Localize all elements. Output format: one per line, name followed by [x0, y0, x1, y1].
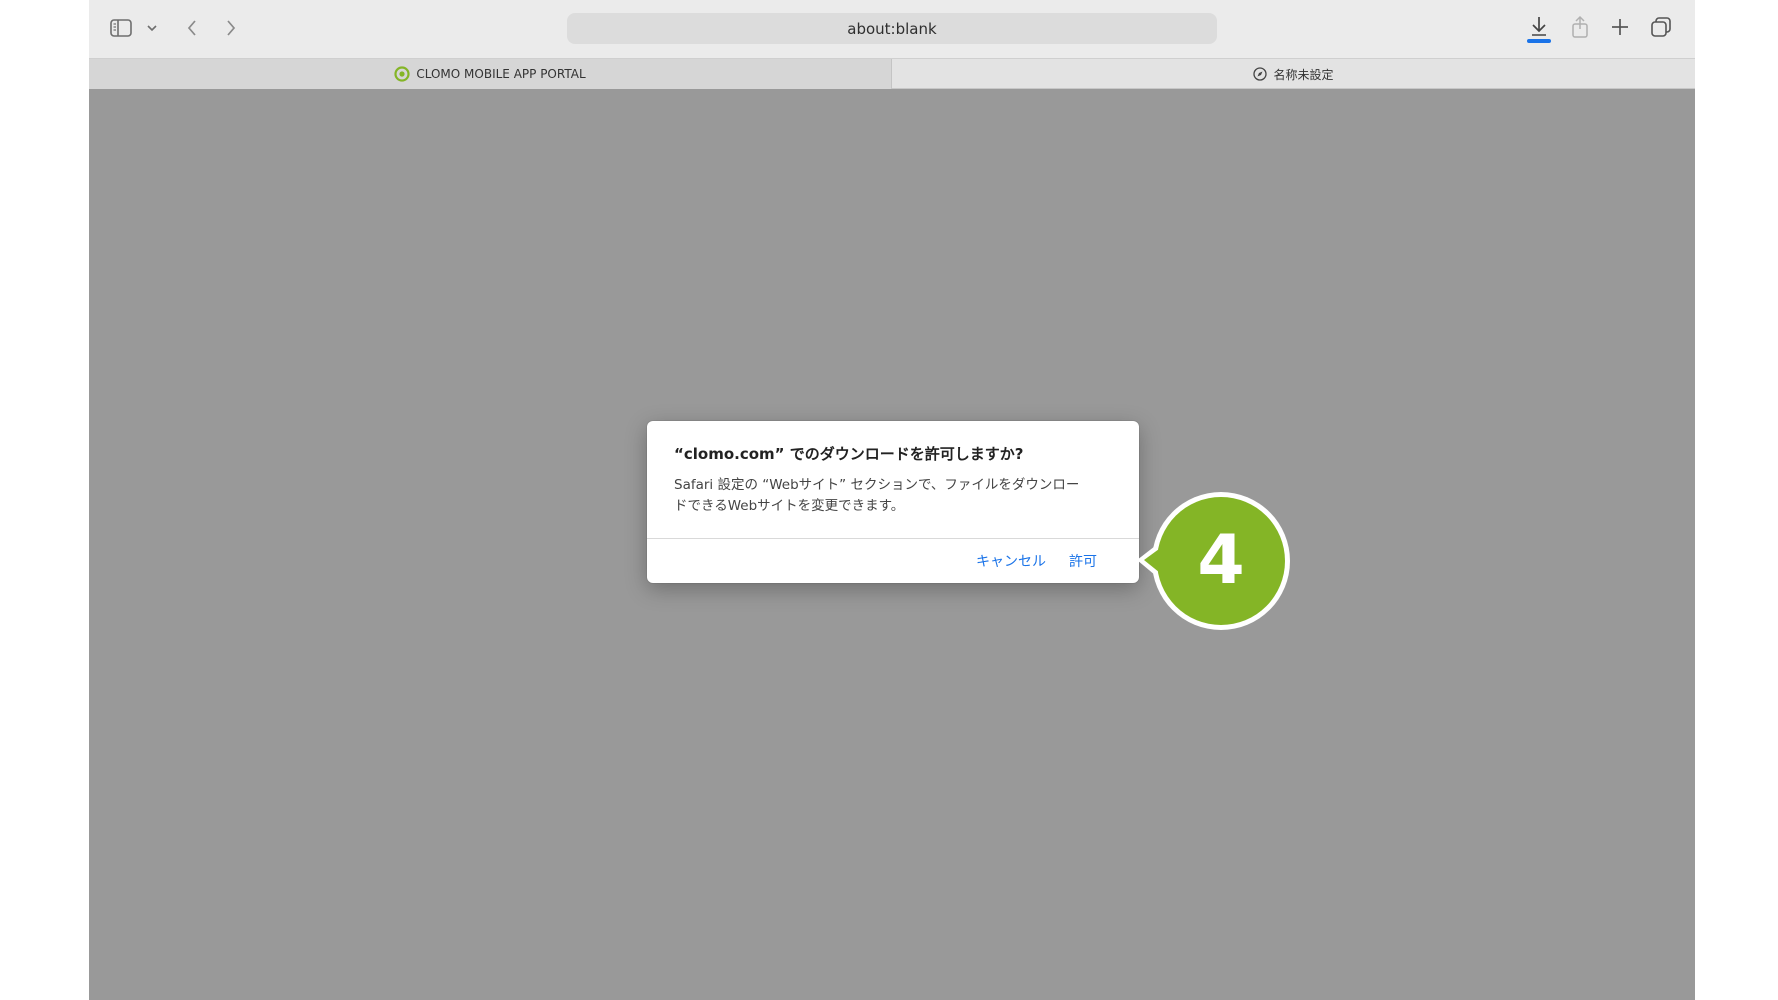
clomo-logo-icon	[394, 66, 410, 82]
address-text: about:blank	[847, 19, 937, 38]
back-icon[interactable]	[183, 17, 201, 39]
tab-label: CLOMO MOBILE APP PORTAL	[416, 67, 586, 81]
share-icon[interactable]	[1569, 14, 1591, 40]
chevron-down-icon[interactable]	[146, 22, 158, 34]
compass-icon	[1253, 67, 1268, 81]
browser-window: about:blank CLOMO MOBILE APP PORTAL 名称未設…	[89, 0, 1695, 1000]
download-icon[interactable]	[1526, 14, 1552, 44]
tab-untitled[interactable]: 名称未設定	[892, 59, 1695, 89]
tab-label: 名称未設定	[1273, 67, 1334, 82]
forward-icon[interactable]	[222, 17, 240, 39]
sidebar-icon[interactable]	[109, 17, 133, 39]
tabs-overview-icon[interactable]	[1650, 16, 1672, 38]
plus-icon[interactable]	[1610, 17, 1630, 37]
dialog-title: “clomo.com” でのダウンロードを許可しますか?	[674, 445, 1024, 463]
address-bar[interactable]: about:blank	[567, 13, 1217, 44]
tab-clomo-portal[interactable]: CLOMO MOBILE APP PORTAL	[89, 59, 892, 89]
cancel-button[interactable]: キャンセル	[976, 551, 1046, 571]
tab-bar: CLOMO MOBILE APP PORTAL 名称未設定	[89, 58, 1695, 89]
browser-toolbar: about:blank	[89, 0, 1695, 58]
step-number: 4	[1197, 521, 1245, 600]
